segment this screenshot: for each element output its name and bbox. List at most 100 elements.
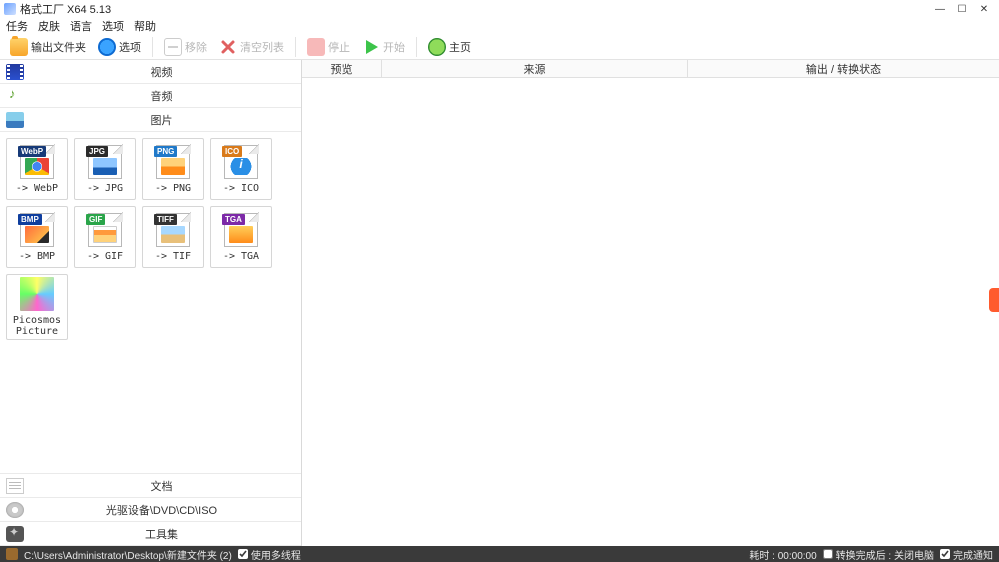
notify-label: 完成通知	[953, 547, 993, 562]
menu-language[interactable]: 语言	[70, 18, 92, 34]
menu-skin[interactable]: 皮肤	[38, 18, 60, 34]
format-label: -> ICO	[223, 183, 259, 194]
output-folder-label: 输出文件夹	[31, 39, 86, 55]
file-icon: TIFF	[156, 213, 190, 247]
stop-label: 停止	[328, 39, 350, 55]
options-button[interactable]: 选项	[94, 36, 145, 58]
format-tile-bmp[interactable]: BMP-> BMP	[6, 206, 68, 268]
col-source[interactable]: 来源	[382, 60, 688, 77]
document-icon	[6, 478, 24, 494]
minimize-button[interactable]: —	[929, 2, 951, 16]
format-label: -> TGA	[223, 251, 259, 262]
app-icon	[4, 3, 16, 15]
clear-list-button[interactable]: 清空列表	[215, 36, 288, 58]
format-label: -> JPG	[87, 183, 123, 194]
format-label: -> GIF	[87, 251, 123, 262]
list-header: 预览 来源 输出 / 转换状态	[302, 60, 999, 78]
notify-checkbox[interactable]: 完成通知	[940, 547, 993, 562]
folder-icon	[10, 38, 28, 56]
toolbar: 输出文件夹 选项 移除 清空列表 停止 开始 主页	[0, 34, 999, 60]
home-icon	[428, 38, 446, 56]
window-title: 格式工厂 X64 5.13	[20, 1, 111, 17]
stop-button[interactable]: 停止	[303, 36, 354, 58]
file-icon: PNG	[156, 145, 190, 179]
shutdown-checkbox[interactable]: 转换完成后 : 关闭电脑	[823, 547, 934, 562]
category-disc[interactable]: 光驱设备\DVD\CD\ISO	[0, 498, 301, 522]
format-tile-picosmos[interactable]: Picosmos Picture	[6, 274, 68, 340]
format-tile-webp[interactable]: WebP -> WebP	[6, 138, 68, 200]
col-preview[interactable]: 预览	[302, 60, 382, 77]
menu-bar: 任务 皮肤 语言 选项 帮助	[0, 18, 999, 34]
category-video-label: 视频	[28, 64, 295, 80]
multithread-label: 使用多线程	[251, 547, 301, 562]
maximize-button[interactable]: ☐	[951, 2, 973, 16]
format-label: Picosmos Picture	[13, 315, 61, 337]
format-label: -> WebP	[16, 183, 58, 194]
shutdown-input[interactable]	[823, 549, 833, 559]
format-label: -> PNG	[155, 183, 191, 194]
category-toolbox-label: 工具集	[28, 526, 295, 542]
file-icon	[20, 277, 54, 311]
multithread-checkbox[interactable]: 使用多线程	[238, 547, 301, 562]
close-button[interactable]: ✕	[973, 2, 995, 16]
status-bar: C:\Users\Administrator\Desktop\新建文件夹 (2)…	[0, 546, 999, 562]
notify-input[interactable]	[940, 549, 950, 559]
category-image[interactable]: 图片	[0, 108, 301, 132]
file-icon: JPG	[88, 145, 122, 179]
category-video[interactable]: 视频	[0, 60, 301, 84]
options-label: 选项	[119, 39, 141, 55]
separator	[416, 37, 417, 57]
remove-icon	[164, 38, 182, 56]
stop-icon	[307, 38, 325, 56]
file-icon: ICO	[224, 145, 258, 179]
separator	[152, 37, 153, 57]
file-icon: BMP	[20, 213, 54, 247]
category-document[interactable]: 文档	[0, 474, 301, 498]
toolbox-icon	[6, 526, 24, 542]
start-button[interactable]: 开始	[358, 36, 409, 58]
home-label: 主页	[449, 39, 471, 55]
home-button[interactable]: 主页	[424, 36, 475, 58]
format-tile-ico[interactable]: ICO -> ICO	[210, 138, 272, 200]
task-list[interactable]	[302, 78, 999, 546]
image-icon	[6, 112, 24, 128]
file-icon: GIF	[88, 213, 122, 247]
format-grid: WebP -> WebP JPG -> JPG PNG -> PNG ICO -> ICO BM…	[0, 132, 301, 473]
start-icon	[362, 38, 380, 56]
elapsed-time: 耗时 : 00:00:00	[749, 547, 816, 562]
clear-icon	[219, 38, 237, 56]
remove-button[interactable]: 移除	[160, 36, 211, 58]
audio-icon	[6, 88, 24, 104]
format-tile-png[interactable]: PNG -> PNG	[142, 138, 204, 200]
output-folder-button[interactable]: 输出文件夹	[6, 36, 90, 58]
start-label: 开始	[383, 39, 405, 55]
category-toolbox[interactable]: 工具集	[0, 522, 301, 546]
format-tile-tiff[interactable]: TIFF -> TIF	[142, 206, 204, 268]
category-audio[interactable]: 音频	[0, 84, 301, 108]
title-bar: 格式工厂 X64 5.13 — ☐ ✕	[0, 0, 999, 18]
output-path[interactable]: C:\Users\Administrator\Desktop\新建文件夹 (2)	[24, 547, 232, 562]
menu-task[interactable]: 任务	[6, 18, 28, 34]
category-disc-label: 光驱设备\DVD\CD\ISO	[28, 502, 295, 518]
left-pane: 视频 音频 图片 WebP -> WebP JPG -> JPG PNG -> PNG IC…	[0, 60, 302, 546]
multithread-input[interactable]	[238, 549, 248, 559]
category-audio-label: 音频	[28, 88, 295, 104]
remove-label: 移除	[185, 39, 207, 55]
status-folder-icon	[6, 548, 18, 560]
format-tile-tga[interactable]: TGA -> TGA	[210, 206, 272, 268]
col-output[interactable]: 输出 / 转换状态	[688, 60, 999, 77]
menu-help[interactable]: 帮助	[134, 18, 156, 34]
video-icon	[6, 64, 24, 80]
disc-icon	[6, 502, 24, 518]
format-label: -> TIF	[155, 251, 191, 262]
side-flyout-handle[interactable]	[989, 288, 999, 312]
file-icon: TGA	[224, 213, 258, 247]
format-tile-gif[interactable]: GIF -> GIF	[74, 206, 136, 268]
options-icon	[98, 38, 116, 56]
file-icon: WebP	[20, 145, 54, 179]
format-tile-jpg[interactable]: JPG -> JPG	[74, 138, 136, 200]
category-image-label: 图片	[28, 112, 295, 128]
right-pane: 预览 来源 输出 / 转换状态	[302, 60, 999, 546]
category-document-label: 文档	[28, 478, 295, 494]
menu-options[interactable]: 选项	[102, 18, 124, 34]
